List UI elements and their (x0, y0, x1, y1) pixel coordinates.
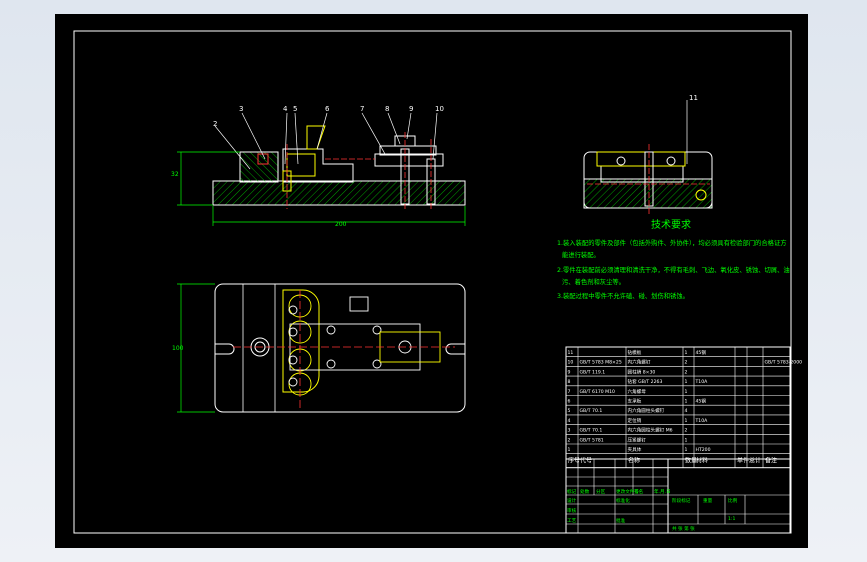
balloon-9: 9 (409, 105, 413, 113)
balloon-11: 11 (689, 94, 698, 102)
bom-cell-no: 5 (568, 408, 571, 414)
assembly-drawing: 2 3 4 5 6 7 8 9 10 32 200 100 11 技术要求 1.… (73, 30, 803, 534)
bom-cell-no: 1 (568, 447, 571, 453)
bom-cell-name: 钻套 GB/T 2263 (628, 378, 663, 385)
bom-cell-qty: 2 (685, 369, 688, 375)
bom-cell-code: GB/T 5783 M8×25 (580, 360, 622, 366)
bom-cell-name: 圆柱销 8×30 (628, 368, 656, 375)
bom-cell-name: 夹具体 (628, 446, 642, 453)
tech-requirements: 技术要求 1.装入装配的零件及部件（包括外购件、外协件），均必须具有检验部门的合… (557, 218, 790, 300)
bom-cell-note: GB/T 5783-2000 (765, 360, 803, 366)
balloon-8: 8 (385, 105, 389, 113)
tb-scale-val: 1:1 (728, 516, 735, 522)
tb-mark: 标记 (567, 488, 577, 495)
tech-line-2: 能进行装配。 (562, 250, 600, 259)
inner-frame (73, 30, 792, 534)
left-block (239, 151, 279, 183)
bom-cell-name: 内六角螺钉 (628, 359, 651, 366)
tech-title: 技术要求 (651, 218, 691, 231)
tb-craft: 工艺 (567, 518, 577, 524)
bom-header-material: 材料 (696, 457, 708, 465)
bom-header-note: 备注 (765, 457, 777, 465)
bom-cell-material: T10A (695, 379, 709, 385)
tb-count: 处数 (580, 488, 590, 495)
balloon-4: 4 (283, 105, 288, 113)
tech-line-4: 污、着色剂和灰尘等。 (562, 277, 625, 286)
bom-cell-no: 3 (568, 428, 571, 434)
tb-scale: 比例 (728, 497, 738, 504)
bom-cell-material: 45钢 (696, 398, 707, 405)
bom-cell-name: 支承板 (628, 398, 642, 405)
bom-cell-no: 9 (568, 369, 571, 375)
cad-viewport[interactable]: 2 3 4 5 6 7 8 9 10 32 200 100 11 技术要求 1.… (0, 0, 867, 562)
bom-cell-no: 6 (568, 399, 571, 405)
bom-header-unit_w: 单件 (737, 457, 749, 465)
bom-cell-qty: 1 (685, 350, 688, 356)
bom-cell-qty: 2 (685, 360, 688, 366)
tb-sign: 签名 (634, 488, 643, 495)
balloon-5: 5 (293, 105, 297, 113)
bom-header-name: 名称 (628, 457, 640, 465)
tb-sheets: 共 张 第 张 (672, 525, 695, 532)
balloon-6: 6 (325, 105, 330, 113)
bom-cell-name: 定位销 (628, 417, 642, 424)
bom-cell-material: HT200 (696, 447, 711, 453)
balloon-3: 3 (239, 105, 243, 113)
bom-cell-name: 六角螺母 (628, 388, 647, 395)
tech-line-5: 3.装配过程中零件不允许磕、碰、划伤和锈蚀。 (557, 291, 689, 300)
bom-cell-no: 7 (568, 389, 571, 395)
bom-header-total_w: 总计 (749, 457, 761, 465)
bom-cell-name: 内六角圆柱头螺钉 (628, 407, 665, 414)
dim-height: 32 (171, 171, 179, 178)
bom-cell-code: GB/T 70.1 (580, 408, 603, 414)
title-block: 标记 处数 分区 更改文件号 签名 年.月.日 设计 标准化 审核 工艺 批准 … (565, 458, 791, 534)
balloon-2: 2 (213, 120, 217, 128)
bom-cell-no: 10 (568, 360, 574, 366)
tb-review: 审核 (567, 507, 577, 514)
bom-cell-qty: 2 (685, 428, 688, 434)
bom-cell-no: 11 (568, 350, 574, 356)
bom-table: 11 钻模板 1 45钢10 GB/T 5783 M8×25 内六角螺钉 2 GB/T 578… (565, 346, 803, 469)
tb-stage: 阶段标记 (672, 497, 691, 504)
bom-cell-code: GB/T 5781 (580, 437, 604, 443)
tb-approve: 批准 (616, 517, 626, 524)
tb-date: 年.月.日 (654, 488, 671, 495)
bom-cell-qty: 1 (685, 437, 688, 443)
dim-plan-height: 100 (172, 345, 184, 352)
bom-cell-qty: 1 (685, 389, 688, 395)
tb-design: 设计 (567, 497, 577, 504)
plan-outline (214, 283, 466, 413)
bom-cell-code: GB/T 70.1 (580, 428, 603, 434)
bom-cell-material: T10A (695, 418, 709, 424)
tech-line-1: 1.装入装配的零件及部件（包括外购件、外协件），均必须具有检验部门的合格证方 (557, 238, 787, 247)
tech-line-3: 2.零件在装配前必须清理和清洗干净，不得有毛刺、飞边、氧化皮、锈蚀、切屑、油 (557, 265, 790, 274)
bom-cell-no: 8 (568, 379, 571, 385)
bom-cell-qty: 1 (685, 447, 688, 453)
bom-cell-name: 压紧螺钉 (628, 436, 647, 443)
balloon-10: 10 (435, 105, 444, 113)
dim-base-width: 200 (335, 221, 347, 228)
tb-zone: 分区 (596, 488, 606, 495)
tb-standard: 标准化 (616, 497, 630, 504)
side-view: 11 (583, 94, 713, 214)
bom-cell-code: GB/T 119.1 (580, 369, 606, 375)
bom-cell-no: 2 (568, 437, 571, 443)
bom-cell-no: 4 (568, 418, 571, 424)
bom-cell-name: 钻模板 (628, 349, 642, 356)
bom-cell-qty: 1 (685, 399, 688, 405)
bom-cell-qty: 1 (685, 418, 688, 424)
tb-weight: 重量 (703, 497, 713, 504)
bom-cell-material: 45钢 (696, 349, 707, 356)
bom-cell-qty: 4 (685, 408, 688, 414)
bom-header-code: 代号 (580, 457, 592, 465)
bom-cell-qty: 1 (685, 379, 688, 385)
plan-view: 100 (172, 283, 466, 413)
bom-cell-name: 内六角圆柱头螺钉 M6 (628, 427, 673, 434)
front-section-view: 2 3 4 5 6 7 8 9 10 32 200 (171, 105, 466, 228)
balloon-7: 7 (360, 105, 364, 113)
bom-cell-code: GB/T 6170 M10 (580, 389, 616, 395)
drawing-sheet: 2 3 4 5 6 7 8 9 10 32 200 100 11 技术要求 1.… (55, 14, 808, 548)
